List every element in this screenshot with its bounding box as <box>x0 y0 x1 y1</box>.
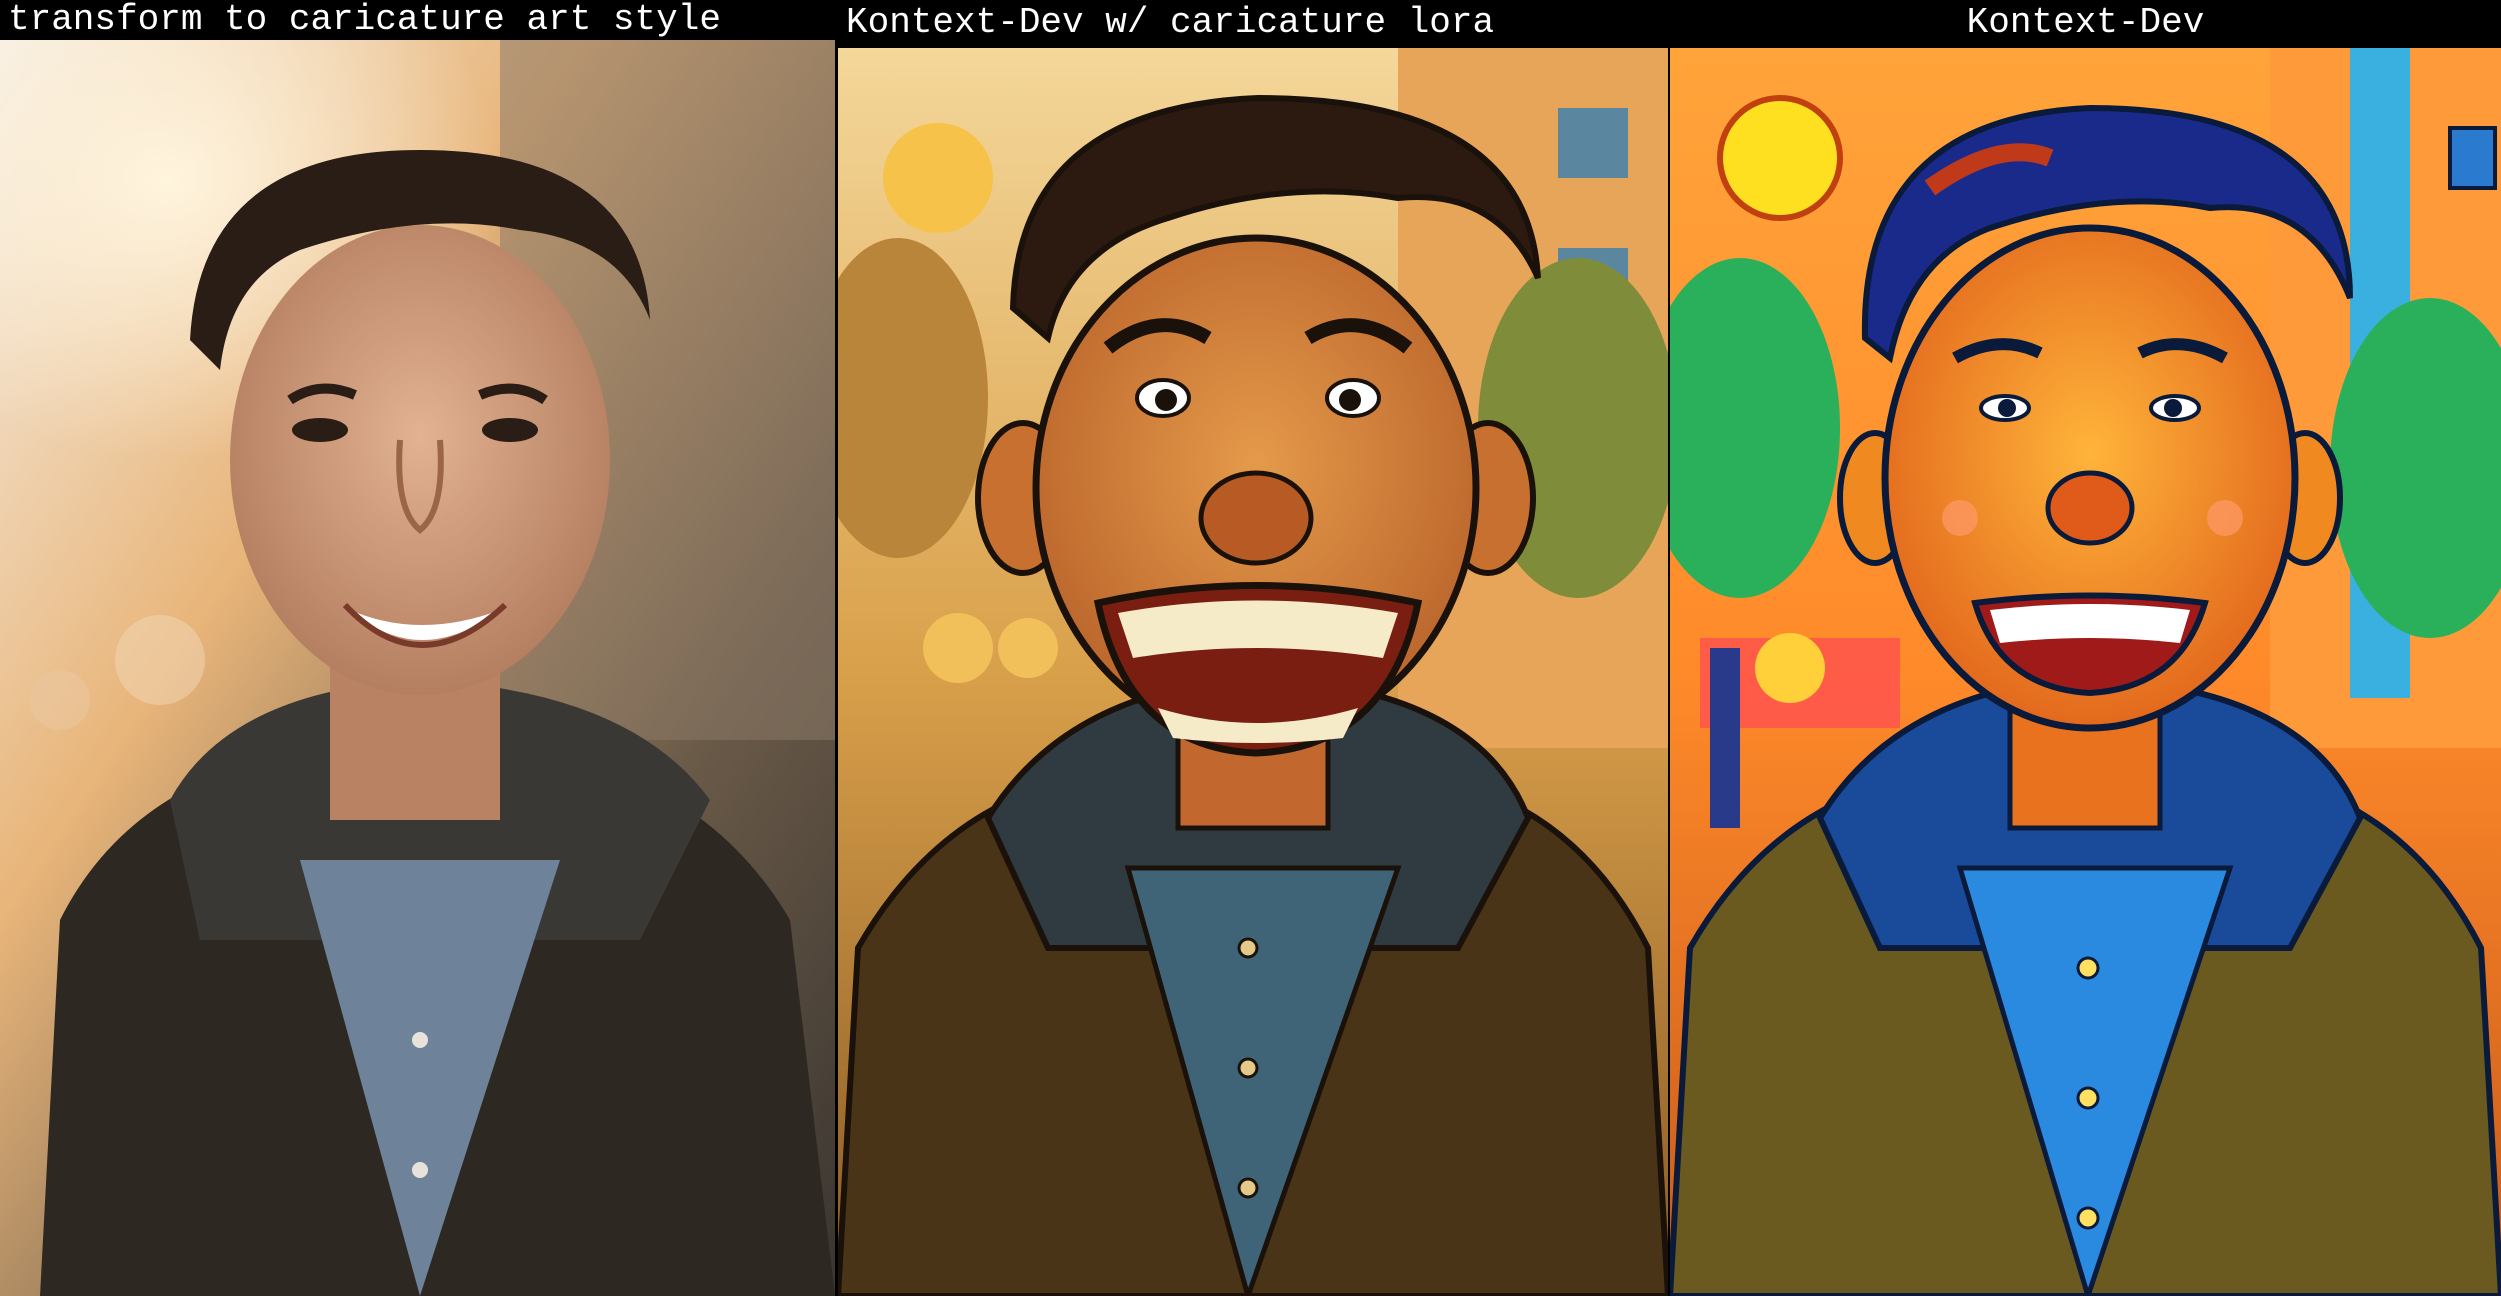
portrait-photo <box>0 40 835 1296</box>
panel-original: transform to caricature art style <box>0 0 835 1296</box>
panel-caption: Kontext-Dev <box>1670 0 2501 46</box>
panel-kontext-dev: Kontext-Dev <box>1670 0 2501 1296</box>
panel-caption: transform to caricature art style <box>0 0 835 40</box>
caricature-image <box>838 48 1668 1296</box>
panel-caricature-lora: Kontext-Dev w/ caricature lora <box>838 0 1668 1296</box>
panel-caption: Kontext-Dev w/ caricature lora <box>838 0 1668 46</box>
stylized-image <box>1670 48 2501 1296</box>
